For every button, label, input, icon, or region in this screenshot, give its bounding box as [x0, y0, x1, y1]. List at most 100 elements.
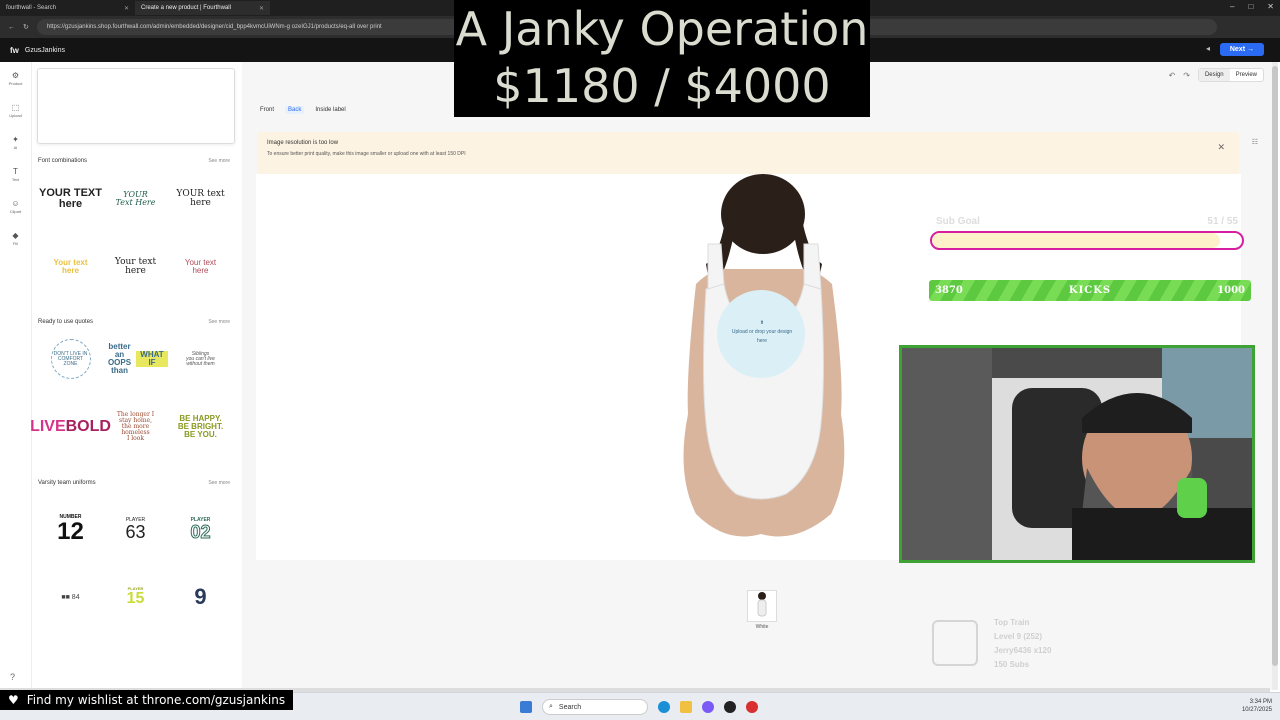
close-tab-icon[interactable]: ✕	[259, 5, 264, 12]
rail-item-ai[interactable]: ✦ AI	[0, 126, 31, 158]
upload-hint: Upload or drop your design here	[731, 329, 793, 344]
vertical-scrollbar[interactable]	[1272, 62, 1278, 690]
close-tab-icon[interactable]: ✕	[124, 5, 129, 12]
quote-tile[interactable]: Siblings you can't live without them	[168, 330, 233, 388]
webcam-feed	[899, 345, 1255, 563]
rail-item-product[interactable]: ⚙ Product	[0, 62, 31, 94]
upload-drop-zone[interactable]: ⬆ Upload or drop your design here	[731, 319, 793, 346]
font-combo-tile[interactable]: Your text here	[103, 238, 168, 296]
app-icon[interactable]	[724, 701, 736, 713]
rail-item-clipart[interactable]: ☺ Clipart	[0, 190, 31, 222]
system-tray: 3:34 PM 10/27/2025	[1242, 698, 1272, 714]
browser-tab-search[interactable]: fourthwall - Search ✕	[0, 1, 135, 15]
train-icon	[932, 620, 978, 666]
undo-icon[interactable]: ↶	[1169, 71, 1176, 80]
start-icon[interactable]	[520, 701, 532, 713]
font-combinations-see-more[interactable]: See more	[208, 158, 230, 164]
train-level: Level 9 (252)	[994, 632, 1043, 641]
varsity-tile[interactable]: NUMBER 12	[38, 500, 103, 558]
back-arrow-icon[interactable]: ◂	[1206, 44, 1210, 53]
font-combinations-grid: YOUR TEXT here YOUR Text Here YOUR text her…	[38, 170, 234, 296]
goal-title: A Janky Operation	[455, 2, 869, 56]
mode-toggle: Design Preview	[1197, 68, 1264, 82]
quote-tile[interactable]: better an OOPS than WHAT IF	[103, 330, 168, 388]
goal-amount: $1180 / $4000	[493, 59, 831, 113]
quotes-see-more[interactable]: See more	[208, 319, 230, 325]
discord-icon[interactable]	[702, 701, 714, 713]
fourthwall-logo: fw	[10, 45, 19, 55]
sub-goal-count: 51 / 55	[1207, 216, 1238, 227]
resolution-warning: Image resolution is too low To ensure be…	[257, 132, 1239, 174]
quote-tile[interactable]: DON'T LIVE IN COMFORT ZONE	[38, 330, 103, 388]
maximize-icon[interactable]: □	[1248, 2, 1253, 11]
color-variant[interactable]: White	[742, 590, 782, 630]
quote-tile[interactable]: The longer Istay home, the more homeless I …	[103, 398, 168, 456]
varsity-tile[interactable]: PLAYER 15	[103, 568, 168, 626]
font-combo-tile[interactable]: YOUR Text Here	[103, 170, 168, 228]
text-input-preview[interactable]	[37, 68, 235, 144]
clock-time: 3:34 PM	[1249, 699, 1272, 705]
design-mode-button[interactable]: Design	[1198, 69, 1230, 81]
preview-mode-button[interactable]: Preview	[1230, 69, 1263, 81]
tool-rail: ⚙ Product ⬚ Upload ✦ AI T Text ☺ Clipart…	[0, 62, 32, 690]
help-icon[interactable]: ?	[10, 672, 15, 682]
train-title: Top Train	[994, 618, 1030, 627]
redo-icon[interactable]: ↷	[1183, 71, 1190, 80]
quotes-title: Ready to use quotes	[38, 319, 94, 325]
tab-back[interactable]: Back	[285, 106, 305, 114]
heart-icon: ♥	[8, 693, 19, 707]
variant-thumbnail[interactable]	[747, 590, 777, 622]
canvas-toolbar: ↶ ↷ Design Preview	[1169, 68, 1264, 82]
taskbar-icons: ⌕ Search	[520, 699, 758, 715]
kicks-bar: 3870 KICKS 1000	[929, 280, 1251, 301]
wishlist-banner: ♥ Find my wishlist at throne.com/gzusjan…	[0, 690, 294, 710]
back-icon[interactable]: ←	[8, 24, 15, 31]
reload-icon[interactable]: ↻	[23, 23, 29, 31]
tab-inside-label[interactable]: Inside label	[312, 106, 348, 114]
clipart-icon: ☺	[11, 198, 20, 208]
font-combo-tile[interactable]: Your text here	[38, 238, 103, 296]
kicks-left: 3870	[935, 285, 963, 296]
upload-icon: ⬚	[11, 102, 20, 112]
layers-icon[interactable]: ☷	[1252, 138, 1258, 146]
window-controls: – □ ✕	[1230, 2, 1274, 11]
edge-icon[interactable]	[658, 701, 670, 713]
rail-item-text[interactable]: T Text	[0, 158, 31, 190]
sub-goal-label: Sub Goal	[936, 216, 980, 227]
varsity-see-more[interactable]: See more	[208, 480, 230, 486]
obs-icon[interactable]	[746, 701, 758, 713]
webcam-image	[902, 348, 1252, 560]
varsity-tile[interactable]: ■■ 84	[38, 568, 103, 626]
ai-icon: ✦	[12, 134, 19, 144]
top-train-widget: Top Train Level 9 (252) Jerry6436 x120 1…	[930, 614, 1090, 672]
taskbar-search[interactable]: ⌕ Search	[542, 699, 648, 715]
text-icon: T	[13, 166, 18, 176]
browser-tab-create-product[interactable]: Create a new product | Fourthwall ✕	[135, 1, 270, 15]
warning-title: Image resolution is too low	[267, 140, 339, 146]
wishlist-text: Find my wishlist at throne.com/gzusjanki…	[26, 693, 286, 707]
store-name: GzusJankins	[24, 46, 65, 54]
tab-front[interactable]: Front	[257, 106, 277, 114]
rail-label: AI	[13, 144, 18, 150]
rail-item-upload[interactable]: ⬚ Upload	[0, 94, 31, 126]
quote-tile[interactable]: BE HAPPY. BE BRIGHT. BE YOU.	[168, 398, 233, 456]
minimize-icon[interactable]: –	[1230, 2, 1234, 11]
folder-icon[interactable]	[680, 701, 692, 713]
next-button[interactable]: Next →	[1219, 43, 1264, 56]
font-combo-tile[interactable]: YOUR text here	[168, 170, 233, 228]
rail-item-fill[interactable]: ◆ Fill	[0, 222, 31, 254]
font-combo-tile[interactable]: Your text here	[168, 238, 233, 296]
quote-tile[interactable]: LIVE BOLD	[30, 398, 111, 456]
tab-label: Create a new product | Fourthwall	[141, 5, 231, 11]
varsity-tile[interactable]: PLAYER 63	[103, 500, 168, 558]
varsity-tile[interactable]: 9	[168, 568, 233, 626]
close-icon[interactable]: ✕	[1217, 142, 1225, 153]
train-subs: 150 Subs	[994, 660, 1030, 669]
font-combo-tile[interactable]: YOUR TEXT here	[38, 170, 103, 228]
varsity-tile[interactable]: PLAYER 02	[168, 500, 233, 558]
warning-description: To ensure better print quality, make thi…	[267, 151, 466, 157]
sub-goal-widget: Sub Goal 51 / 55	[930, 216, 1244, 250]
close-window-icon[interactable]: ✕	[1267, 2, 1274, 11]
goal-overlay: A Janky Operation $1180 / $4000	[454, 0, 870, 117]
text-panel: Font combinations See more YOUR TEXT here…	[30, 62, 242, 690]
